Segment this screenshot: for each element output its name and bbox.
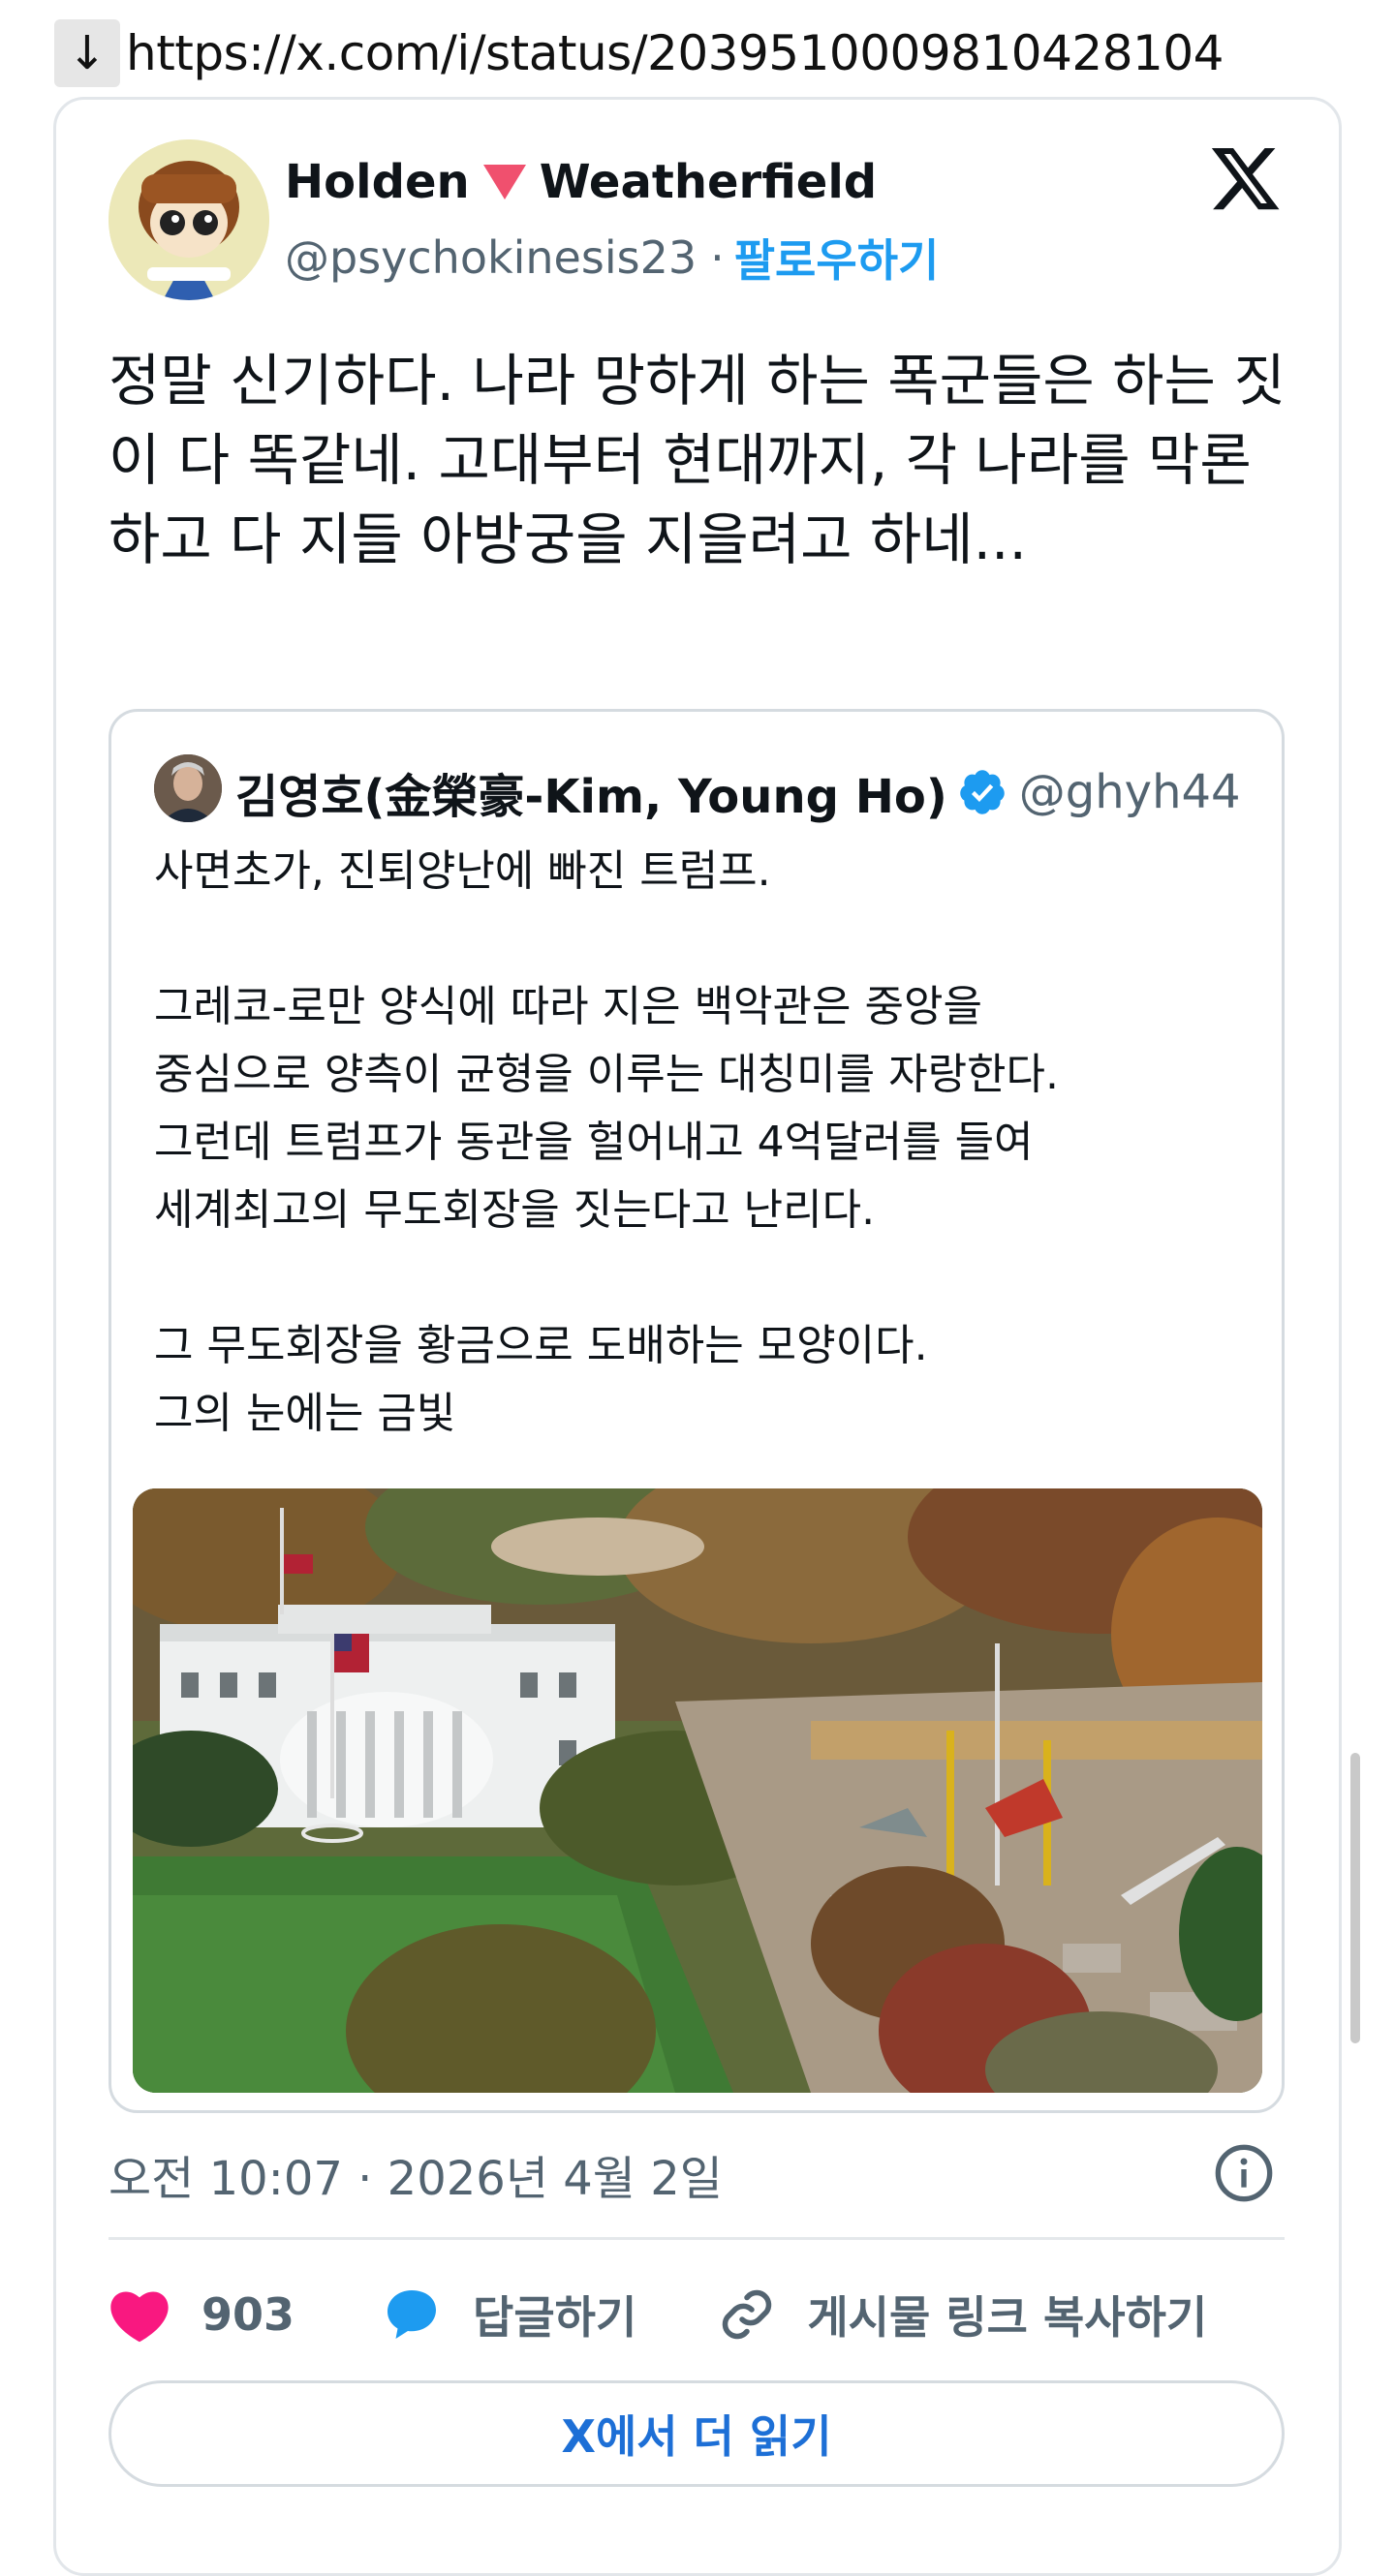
author-last-name: Weatherfield <box>539 155 878 209</box>
quoted-author-handle[interactable]: @ghyh44 <box>1019 765 1241 819</box>
dot-separator: · <box>710 231 725 284</box>
quoted-text-line: 세계최고의 무도회장을 짓는다고 난리다. <box>154 1185 876 1235</box>
verified-badge-icon <box>960 770 1005 814</box>
like-button[interactable]: 903 <box>108 2285 294 2344</box>
down-arrow-icon[interactable]: ↓ <box>54 19 120 87</box>
quoted-text: 사면초가, 진퇴양난에 빠진 트럼프. 그레코-로만 양식에 따라 지은 백악관… <box>154 838 1239 1448</box>
author-name[interactable]: Holden Weatherfield <box>285 155 877 209</box>
quoted-author-name[interactable]: 김영호(金榮豪-Kim, Young Ho) <box>235 758 947 826</box>
action-bar: 903 답글하기 게시물 링크 복사하기 <box>108 2276 1285 2353</box>
quoted-text-line: 그 무도회장을 황금으로 도배하는 모양이다. <box>154 1321 928 1370</box>
quoted-header: 김영호(金榮豪-Kim, Young Ho) @ghyh44 <box>235 758 1241 826</box>
author-first-name: Holden <box>285 155 470 209</box>
quoted-text-line: 그런데 트럼프가 동관을 헐어내고 4억달러를 들여 <box>154 1118 1034 1167</box>
copy-link-label: 게시물 링크 복사하기 <box>807 2291 1208 2344</box>
quoted-text-line: 중심으로 양측이 균형을 이루는 대칭미를 자랑한다. <box>154 1050 1059 1099</box>
link-icon <box>723 2289 772 2340</box>
quoted-text-line <box>154 1244 1239 1312</box>
info-icon[interactable] <box>1213 2142 1275 2204</box>
heart-icon <box>110 2291 169 2343</box>
author-handle[interactable]: @psychokinesis23 <box>285 231 697 284</box>
quoted-tweet[interactable]: 김영호(金榮豪-Kim, Young Ho) @ghyh44 사면초가, 진퇴양… <box>108 709 1285 2113</box>
handle-row: @psychokinesis23 · 팔로우하기 <box>285 226 939 290</box>
follow-button[interactable]: 팔로우하기 <box>734 226 940 290</box>
url-bar[interactable]: ↓ https://x.com/i/status/203951000981042… <box>54 17 1224 89</box>
x-logo-icon[interactable] <box>1209 141 1283 215</box>
divider <box>108 2237 1285 2240</box>
quoted-text-line <box>154 905 1239 973</box>
author-avatar[interactable] <box>108 139 269 300</box>
reply-button[interactable]: 답글하기 <box>382 2283 636 2346</box>
quoted-author-avatar[interactable] <box>154 754 222 822</box>
copy-link-button[interactable]: 게시물 링크 복사하기 <box>718 2283 1207 2346</box>
tweet-timestamp[interactable]: 오전 10:07 · 2026년 4월 2일 <box>108 2140 723 2208</box>
quoted-text-line: 사면초가, 진퇴양난에 빠진 트럼프. <box>154 846 771 896</box>
quoted-text-line: 그레코-로만 양식에 따라 지은 백악관은 중앙을 <box>154 982 982 1031</box>
reply-bubble-icon <box>388 2290 437 2339</box>
quoted-text-line: 그의 눈에는 금빛 <box>154 1389 456 1438</box>
reply-label: 답글하기 <box>473 2291 637 2344</box>
red-triangle-icon <box>482 165 526 199</box>
url-text[interactable]: https://x.com/i/status/20395100098104281… <box>126 25 1224 81</box>
like-count: 903 <box>202 2288 295 2341</box>
read-more-button[interactable]: X에서 더 읽기 <box>108 2380 1285 2487</box>
scrollbar[interactable] <box>1350 1753 1360 2043</box>
quoted-photo[interactable] <box>133 1488 1262 2093</box>
tweet-text: 정말 신기하다. 나라 망하게 하는 폭군들은 하는 짓이 다 똑같네. 고대부… <box>108 348 1286 572</box>
